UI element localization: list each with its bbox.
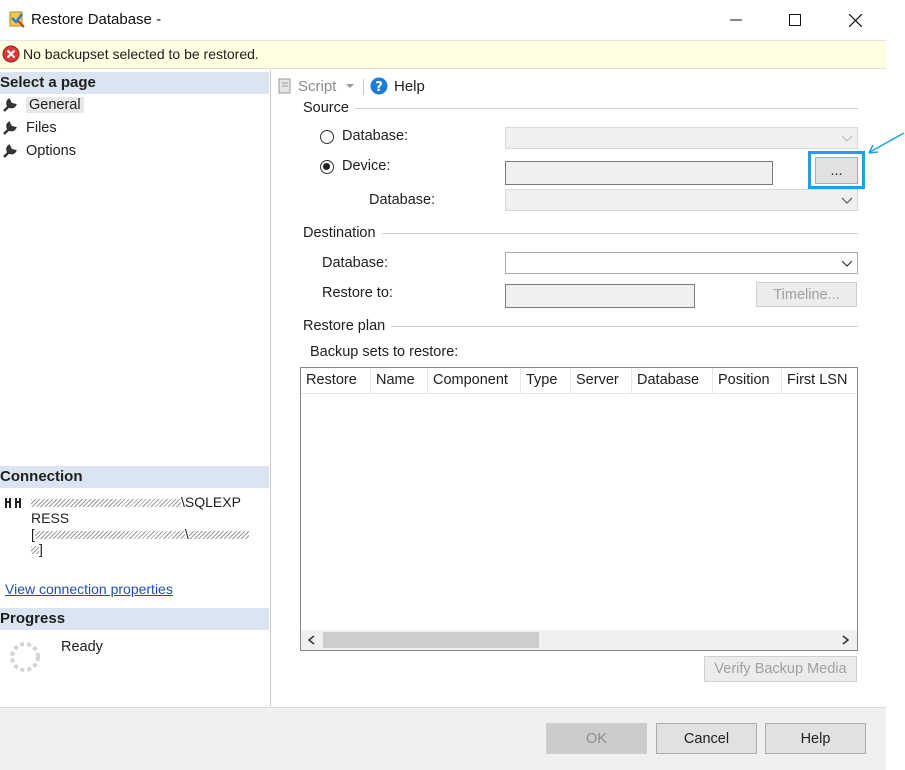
redacted-text (31, 499, 181, 508)
connection-icon (5, 498, 21, 508)
column-header[interactable]: Name (371, 368, 428, 393)
close-button[interactable] (826, 0, 884, 40)
help-label: Help (394, 77, 425, 95)
chevron-down-icon (841, 197, 853, 204)
column-header[interactable]: Restore (301, 368, 371, 393)
message-bar: No backupset selected to be restored. (0, 41, 886, 69)
select-page-header: Select a page (0, 72, 269, 94)
restore-database-icon (9, 11, 25, 28)
device-radio[interactable] (320, 160, 334, 174)
scroll-left-icon[interactable] (307, 635, 315, 645)
wrench-icon (3, 144, 17, 158)
ok-button[interactable]: OK (546, 723, 647, 754)
source-db-label: Database: (369, 192, 436, 208)
progress-status: Ready (61, 639, 103, 655)
timeline-button[interactable]: Timeline... (756, 282, 857, 307)
column-header[interactable]: Database (632, 368, 713, 393)
page-files-label: Files (26, 120, 57, 136)
source-database-combo[interactable] (505, 127, 858, 149)
column-header[interactable]: Server (571, 368, 632, 393)
connection-user-cont: ] (31, 541, 43, 557)
scroll-right-icon[interactable] (842, 635, 850, 645)
error-icon (2, 45, 20, 63)
minimize-icon (730, 19, 742, 21)
connection-server: \SQLEXP (31, 494, 241, 510)
maximize-icon (789, 14, 801, 26)
script-icon (278, 78, 291, 94)
connection-header: Connection (0, 466, 269, 488)
progress-spinner-icon (10, 642, 40, 672)
toolbar-separator (363, 79, 364, 95)
destination-database-combo[interactable] (505, 252, 858, 274)
column-header[interactable]: Position (713, 368, 782, 393)
column-header[interactable]: Component (428, 368, 521, 393)
backup-database-combo[interactable] (505, 189, 858, 211)
connection-user: [\ (31, 526, 249, 542)
close-icon (848, 13, 862, 27)
horizontal-scrollbar[interactable] (301, 630, 857, 650)
title-bar: Restore Database - (0, 0, 886, 41)
wrench-icon (3, 121, 17, 135)
redacted-text (34, 531, 185, 540)
destination-group-label: Destination (303, 225, 382, 241)
help-icon: ? (370, 77, 388, 95)
restore-to-label: Restore to: (322, 285, 393, 301)
grid-header: Restore Name Component Type Server Datab… (301, 368, 857, 394)
backup-sets-label: Backup sets to restore: (310, 344, 459, 360)
page-options[interactable]: Options (2, 140, 76, 162)
page-general-label: General (26, 97, 84, 113)
cancel-button[interactable]: Cancel (656, 723, 757, 754)
chevron-down-icon (346, 84, 355, 88)
page-files[interactable]: Files (2, 117, 57, 139)
destination-database-label: Database: (322, 255, 389, 271)
error-message: No backupset selected to be restored. (23, 46, 259, 62)
minimize-button[interactable] (707, 0, 765, 40)
column-header[interactable]: Type (521, 368, 571, 393)
connection-user-suffix: ] (39, 541, 43, 557)
column-header[interactable]: First LSN (782, 368, 857, 393)
verify-backup-media-button[interactable]: Verify Backup Media (704, 656, 857, 682)
source-group-line (303, 108, 858, 109)
script-label: Script (298, 77, 337, 95)
redacted-text (188, 531, 249, 540)
maximize-button[interactable] (766, 0, 824, 40)
page-options-label: Options (26, 143, 76, 159)
destination-group-line (303, 233, 858, 234)
left-panel: Select a page General Files Options Conn… (0, 70, 271, 706)
connection-server-cont: RESS (31, 510, 70, 526)
backup-sets-grid[interactable]: Restore Name Component Type Server Datab… (300, 367, 858, 651)
database-radio-label: Database: (342, 128, 409, 144)
browse-device-button[interactable]: ... (815, 157, 858, 184)
device-path-field[interactable] (505, 161, 773, 185)
progress-header: Progress (0, 608, 269, 630)
wrench-icon (3, 98, 17, 112)
database-radio[interactable] (320, 130, 334, 144)
page-general[interactable]: General (2, 94, 84, 116)
source-group-label: Source (303, 100, 355, 116)
restore-to-field[interactable] (505, 284, 695, 308)
annotation-arrow (868, 132, 905, 154)
scrollbar-thumb[interactable] (323, 632, 539, 648)
view-connection-properties-link[interactable]: View connection properties (5, 581, 173, 597)
window-title: Restore Database - (31, 11, 162, 28)
connection-server-suffix: \SQLEXP (181, 494, 241, 510)
restore-plan-group-label: Restore plan (303, 318, 392, 334)
script-button[interactable]: Script (276, 77, 355, 95)
chevron-down-icon (841, 260, 853, 267)
help-button[interactable]: Help (765, 723, 866, 754)
redacted-text (31, 546, 39, 555)
chevron-down-icon (841, 135, 853, 142)
help-toolbar-button[interactable]: ? Help (370, 77, 425, 95)
svg-text:?: ? (375, 80, 383, 95)
device-radio-label: Device: (342, 158, 391, 174)
